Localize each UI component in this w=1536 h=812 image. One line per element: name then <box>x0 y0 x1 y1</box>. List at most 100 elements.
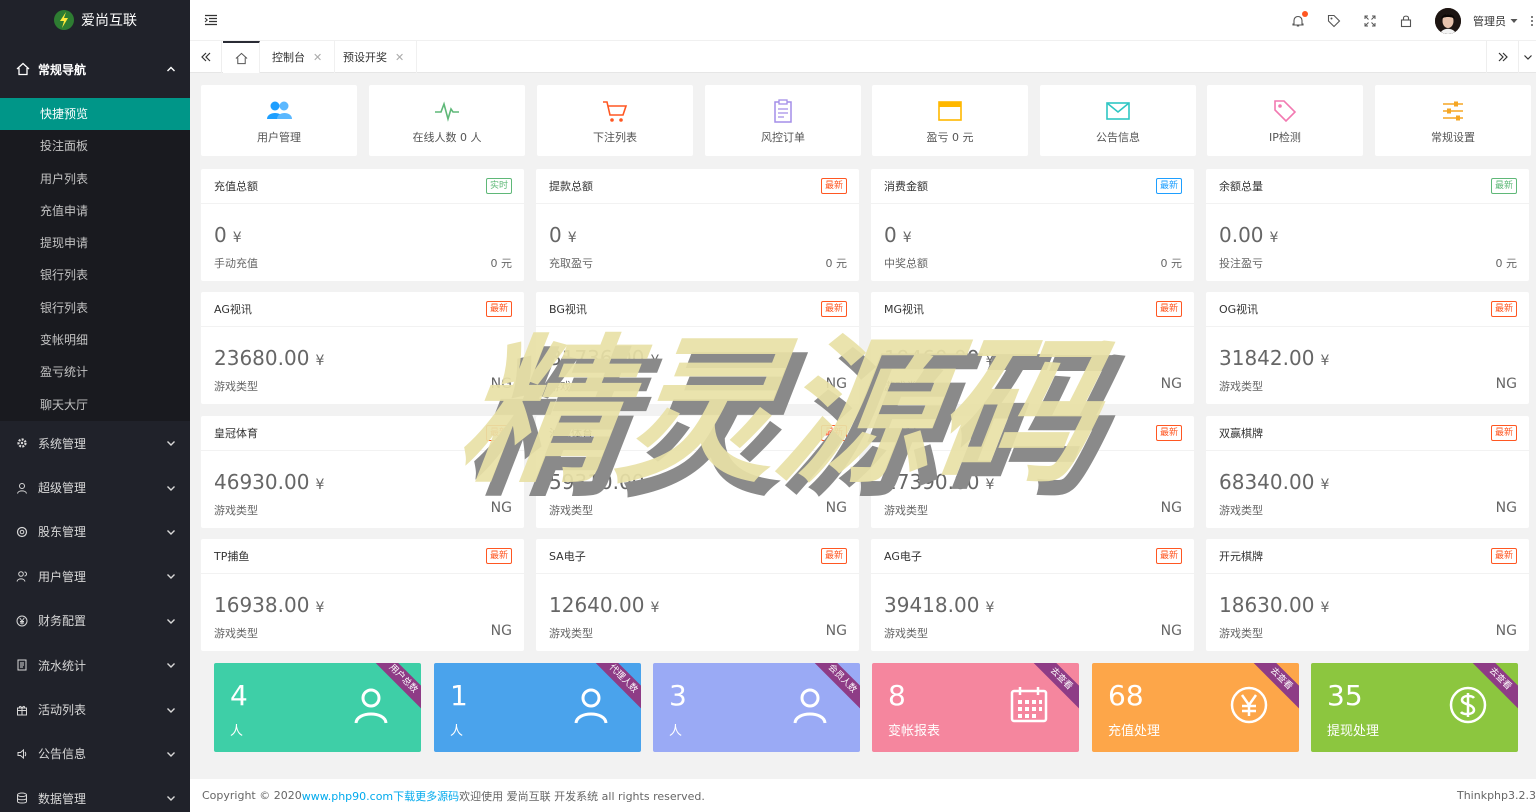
fullscreen-button[interactable] <box>1363 14 1377 28</box>
stat-card-sub-label: 游戏类型 <box>549 627 593 640</box>
nav-group-general[interactable]: 常规导航 <box>0 40 190 98</box>
stat-card-title: TP捕鱼 <box>214 550 250 563</box>
indent-icon <box>204 14 217 26</box>
sidebar-item-recharge-request[interactable]: 充值申请 <box>0 195 190 227</box>
tab-menu-button[interactable] <box>1518 41 1536 73</box>
quick-link-ip-check[interactable]: IP检测 <box>1207 85 1363 156</box>
stat-card-sub-value: NG <box>825 500 847 516</box>
tile-label: 充值处理 <box>1108 724 1161 739</box>
tab-scroll-left-button[interactable] <box>190 41 222 73</box>
stat-card-title: 充值总额 <box>214 180 258 193</box>
stat-card-sub-label: 游戏类型 <box>884 627 928 640</box>
stat-card-sub-label: 中奖总额 <box>884 257 928 270</box>
tile-recharge-processing[interactable]: 68 充值处理 去查看 <box>1092 663 1299 752</box>
status-badge: 最新 <box>820 425 847 441</box>
quick-link-user-management[interactable]: 用户管理 <box>201 85 357 156</box>
stat-card-sub-label: 充取盈亏 <box>549 257 593 270</box>
tab-scroll-right-button[interactable] <box>1486 41 1518 73</box>
sidebar-item-profit-stats[interactable]: 盈亏统计 <box>0 356 190 388</box>
sidebar-item-chat-hall[interactable]: 聊天大厅 <box>0 389 190 421</box>
tab-console[interactable]: 控制台 ✕ <box>260 41 336 73</box>
close-icon[interactable]: ✕ <box>313 51 322 64</box>
tile-label: 人 <box>230 724 244 739</box>
username[interactable]: 管理员 <box>1473 13 1506 29</box>
app-logo[interactable]: 爱尚互联 <box>0 0 190 40</box>
tile-agent-count[interactable]: 1 人 代理人数 <box>434 663 641 752</box>
quick-link-settings[interactable]: 常规设置 <box>1375 85 1531 156</box>
stat-card-title: AG捕鱼 <box>884 427 922 440</box>
menu-toggle-button[interactable] <box>204 13 218 27</box>
tab-home[interactable] <box>223 41 260 73</box>
quick-link-online-users[interactable]: 在线人数 0 人 <box>369 85 525 156</box>
stat-card-title: 沙巴体育 <box>549 427 593 440</box>
stat-card: OG视讯 最新 31842.00 ¥ 游戏类型 NG <box>1206 292 1529 404</box>
sidebar-cat-flow-stats[interactable]: 流水统计 <box>0 643 190 687</box>
quick-link-risk-orders[interactable]: 风控订单 <box>705 85 861 156</box>
status-badge: 最新 <box>1155 301 1182 317</box>
stat-card: 双赢棋牌 最新 68340.00 ¥ 游戏类型 NG <box>1206 416 1529 528</box>
quick-link-notices[interactable]: 公告信息 <box>1040 85 1196 156</box>
sidebar-item-account-details[interactable]: 变帐明细 <box>0 324 190 356</box>
close-icon[interactable]: ✕ <box>395 51 404 64</box>
stat-value-unit: ¥ <box>1320 600 1330 616</box>
sidebar-item-quick-preview[interactable]: 快捷预览 <box>0 98 190 131</box>
sidebar-cat-users[interactable]: 用户管理 <box>0 554 190 598</box>
chevron-down-icon <box>167 574 175 580</box>
status-badge: 实时 <box>485 178 512 194</box>
stat-card-sub-value: NG <box>1495 500 1517 516</box>
sidebar-cat-label: 公告信息 <box>38 747 87 762</box>
stat-card-sub-value: NG <box>1495 376 1517 392</box>
avatar[interactable] <box>1435 7 1461 34</box>
sidebar-cat-finance[interactable]: 财务配置 <box>0 599 190 643</box>
sidebar-cat-label: 股东管理 <box>38 525 87 540</box>
tile-account-report[interactable]: 8 变帐报表 去查看 <box>872 663 1079 752</box>
sidebar-item-bank-list-2[interactable]: 银行列表 <box>0 292 190 324</box>
notification-button[interactable] <box>1291 10 1308 28</box>
stat-value-unit: ¥ <box>902 230 912 246</box>
tile-withdraw-processing[interactable]: 35 提现处理 去查看 <box>1311 663 1518 752</box>
quick-link-label: 下注列表 <box>593 130 637 144</box>
double-chevron-left-icon <box>200 52 210 62</box>
sidebar-cat-shareholder[interactable]: 股东管理 <box>0 510 190 554</box>
stat-card-sub-label: 手动充值 <box>214 257 258 270</box>
stat-card-title: SA电子 <box>549 550 586 563</box>
theme-button[interactable] <box>1327 14 1341 28</box>
tile-member-count[interactable]: 3 人 会员人数 <box>653 663 860 752</box>
sidebar-cat-super[interactable]: 超级管理 <box>0 465 190 509</box>
yen-icon <box>16 615 28 627</box>
tile-number: 3 <box>669 679 687 712</box>
tile-total-users[interactable]: 4 人 用户总数 <box>214 663 421 752</box>
sidebar-item-user-list[interactable]: 用户列表 <box>0 163 190 195</box>
tile-number: 68 <box>1108 679 1144 712</box>
sidebar-cat-system[interactable]: 系统管理 <box>0 421 190 465</box>
sidebar-item-bet-panel[interactable]: 投注面板 <box>0 130 190 162</box>
tab-preset-draw[interactable]: 预设开奖 ✕ <box>331 41 418 73</box>
footer-link[interactable]: www.php90.com下载更多源码 <box>302 788 459 804</box>
status-badge: 最新 <box>485 548 512 564</box>
sidebar-cat-activity[interactable]: 活动列表 <box>0 687 190 731</box>
caret-down-icon[interactable] <box>1510 17 1518 25</box>
tile-number: 8 <box>888 679 906 712</box>
more-icon[interactable] <box>1530 15 1534 27</box>
sidebar-cat-data[interactable]: 数据管理 <box>0 776 190 812</box>
stat-value-unit: ¥ <box>315 353 325 369</box>
quick-link-profit[interactable]: 盈亏 0 元 <box>872 85 1028 156</box>
stat-card-header: BG视讯 最新 <box>536 292 859 327</box>
sidebar-item-bank-list[interactable]: 银行列表 <box>0 259 190 291</box>
stat-value-unit: ¥ <box>567 230 577 246</box>
logo-icon <box>54 10 74 30</box>
lock-screen-button[interactable] <box>1399 14 1413 28</box>
stat-value-unit: ¥ <box>985 477 995 493</box>
stat-card-header: AG电子 最新 <box>871 539 1194 574</box>
sidebar-cat-notice[interactable]: 公告信息 <box>0 732 190 776</box>
yen-circle-icon <box>1230 686 1268 724</box>
quick-link-bet-list[interactable]: 下注列表 <box>537 85 693 156</box>
stat-card-value: 31842.00 ¥ <box>1219 346 1329 370</box>
stat-value-number: 68340.00 <box>1219 470 1315 494</box>
dollar-circle-icon <box>1449 686 1487 724</box>
stat-card: SA电子 最新 12640.00 ¥ 游戏类型 NG <box>536 539 859 651</box>
stat-value-number: 0 <box>884 223 897 247</box>
sidebar-item-withdraw-request[interactable]: 提现申请 <box>0 227 190 259</box>
top-header: 管理员 <box>190 0 1536 41</box>
stat-card-title: AG电子 <box>884 550 922 563</box>
